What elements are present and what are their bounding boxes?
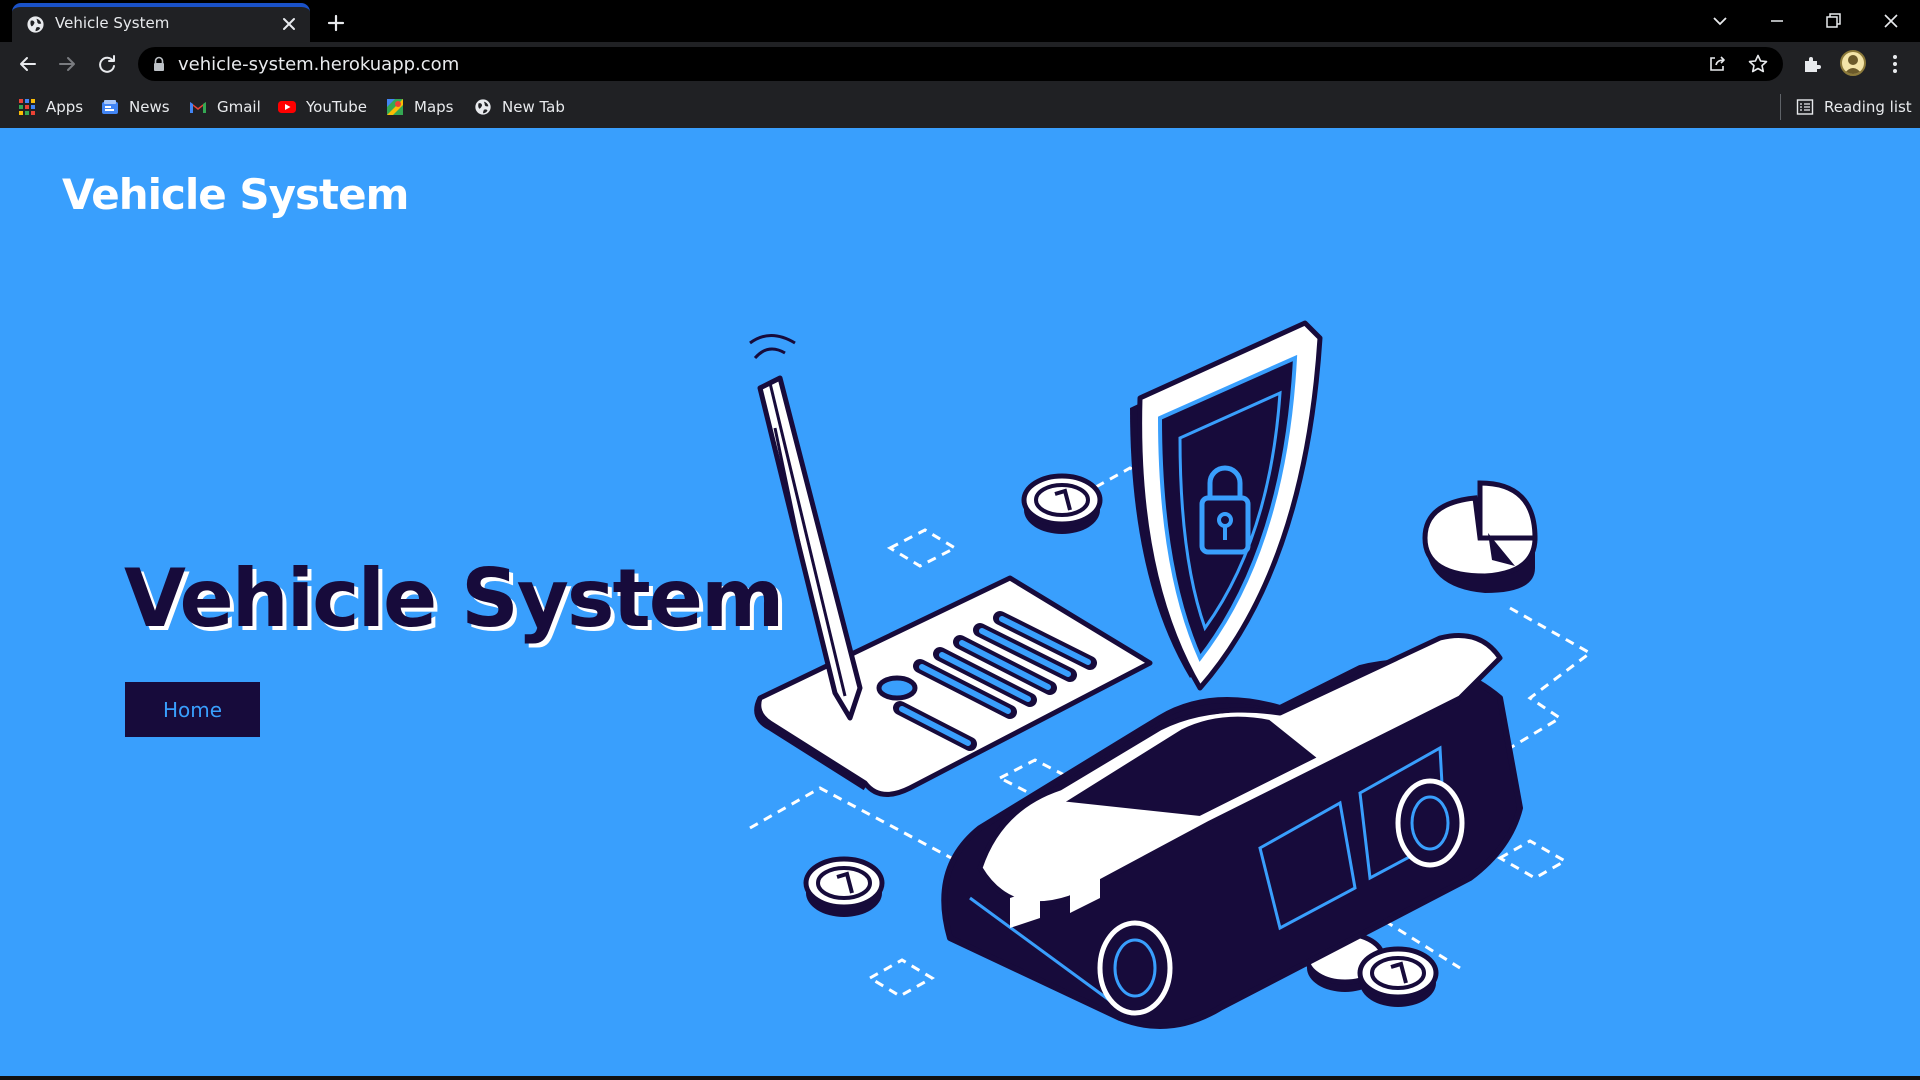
- browser-window: Vehicle System vehicle-system.herokuapp.…: [0, 0, 1920, 1080]
- bookmark-gmail[interactable]: Gmail: [189, 96, 261, 118]
- bookmark-youtube[interactable]: YouTube: [278, 96, 367, 118]
- coin-icon-top: [1021, 473, 1103, 534]
- tab-strip: Vehicle System: [0, 0, 1920, 42]
- gmail-icon: [190, 102, 206, 113]
- bookmark-new-tab[interactable]: New Tab: [474, 96, 565, 118]
- site-brand[interactable]: Vehicle System: [62, 170, 409, 219]
- extensions-puzzle-icon[interactable]: [1797, 49, 1827, 79]
- dashed-path-left: [749, 786, 971, 870]
- close-tab-icon[interactable]: [278, 13, 300, 35]
- apps-grid-icon: [19, 99, 35, 115]
- address-bar[interactable]: vehicle-system.herokuapp.com: [138, 47, 1783, 81]
- hero-title: Vehicle System: [124, 552, 784, 645]
- dashed-path-right: [1509, 606, 1593, 750]
- maps-icon: [387, 99, 403, 115]
- profile-avatar-image-icon: [1844, 55, 1862, 74]
- bookmark-maps[interactable]: Maps: [386, 96, 453, 118]
- new-tab-icon[interactable]: [322, 9, 350, 37]
- reading-list-icon: [1796, 99, 1814, 115]
- bookmark-label: Maps: [414, 98, 454, 116]
- bookmarks-bar: Apps News Gmail YouTube Maps New Tab Rea…: [0, 86, 1920, 128]
- restore-icon[interactable]: [1818, 6, 1848, 36]
- forward-arrow-icon[interactable]: [52, 49, 82, 79]
- taskbar-edge: [0, 1076, 1920, 1080]
- dashed-diamond-1: [886, 528, 959, 568]
- profile-avatar[interactable]: [1840, 50, 1866, 76]
- lock-icon[interactable]: [152, 56, 166, 72]
- bookmark-label: News: [129, 98, 170, 116]
- share-icon[interactable]: [1705, 52, 1729, 76]
- dashed-diamond-2: [867, 958, 935, 998]
- dashed-diamond-3: [1496, 839, 1569, 880]
- bookmark-apps[interactable]: Apps: [18, 96, 83, 118]
- reload-icon[interactable]: [92, 49, 122, 79]
- star-bookmark-icon[interactable]: [1746, 52, 1770, 76]
- minimize-icon[interactable]: [1762, 6, 1792, 36]
- pie-chart-icon: [1422, 480, 1538, 593]
- url-text[interactable]: vehicle-system.herokuapp.com: [178, 54, 459, 75]
- bookmark-label: Apps: [46, 98, 84, 116]
- bookmark-label: New Tab: [502, 98, 565, 116]
- page-body: Vehicle System Vehicle System Home: [0, 128, 1920, 1076]
- bookmark-label: YouTube: [306, 98, 367, 116]
- tab-title: Vehicle System: [55, 14, 170, 32]
- news-icon: [102, 100, 118, 114]
- browser-toolbar: vehicle-system.herokuapp.com: [0, 42, 1920, 86]
- close-window-icon[interactable]: [1876, 6, 1906, 36]
- reading-list-button[interactable]: Reading list: [1796, 96, 1912, 118]
- tab-search-chevron-down-icon[interactable]: [1705, 6, 1735, 36]
- browser-tab[interactable]: Vehicle System: [12, 3, 310, 42]
- coin-icon-left: [803, 856, 885, 917]
- reading-list-label: Reading list: [1824, 98, 1912, 116]
- globe-icon: [27, 16, 44, 33]
- youtube-icon: [278, 101, 296, 113]
- bookmark-news[interactable]: News: [101, 96, 170, 118]
- shield-lock-icon: [1130, 320, 1323, 691]
- home-button[interactable]: Home: [125, 682, 260, 737]
- bookmarks-divider: [1780, 94, 1781, 120]
- more-menu-kebab-icon[interactable]: [1880, 49, 1910, 79]
- bookmark-label: Gmail: [217, 98, 261, 116]
- back-arrow-icon[interactable]: [13, 49, 43, 79]
- pen-icon: [749, 334, 863, 721]
- globe-icon: [475, 99, 491, 115]
- vehicle-insurance-illustration: [749, 320, 1593, 1029]
